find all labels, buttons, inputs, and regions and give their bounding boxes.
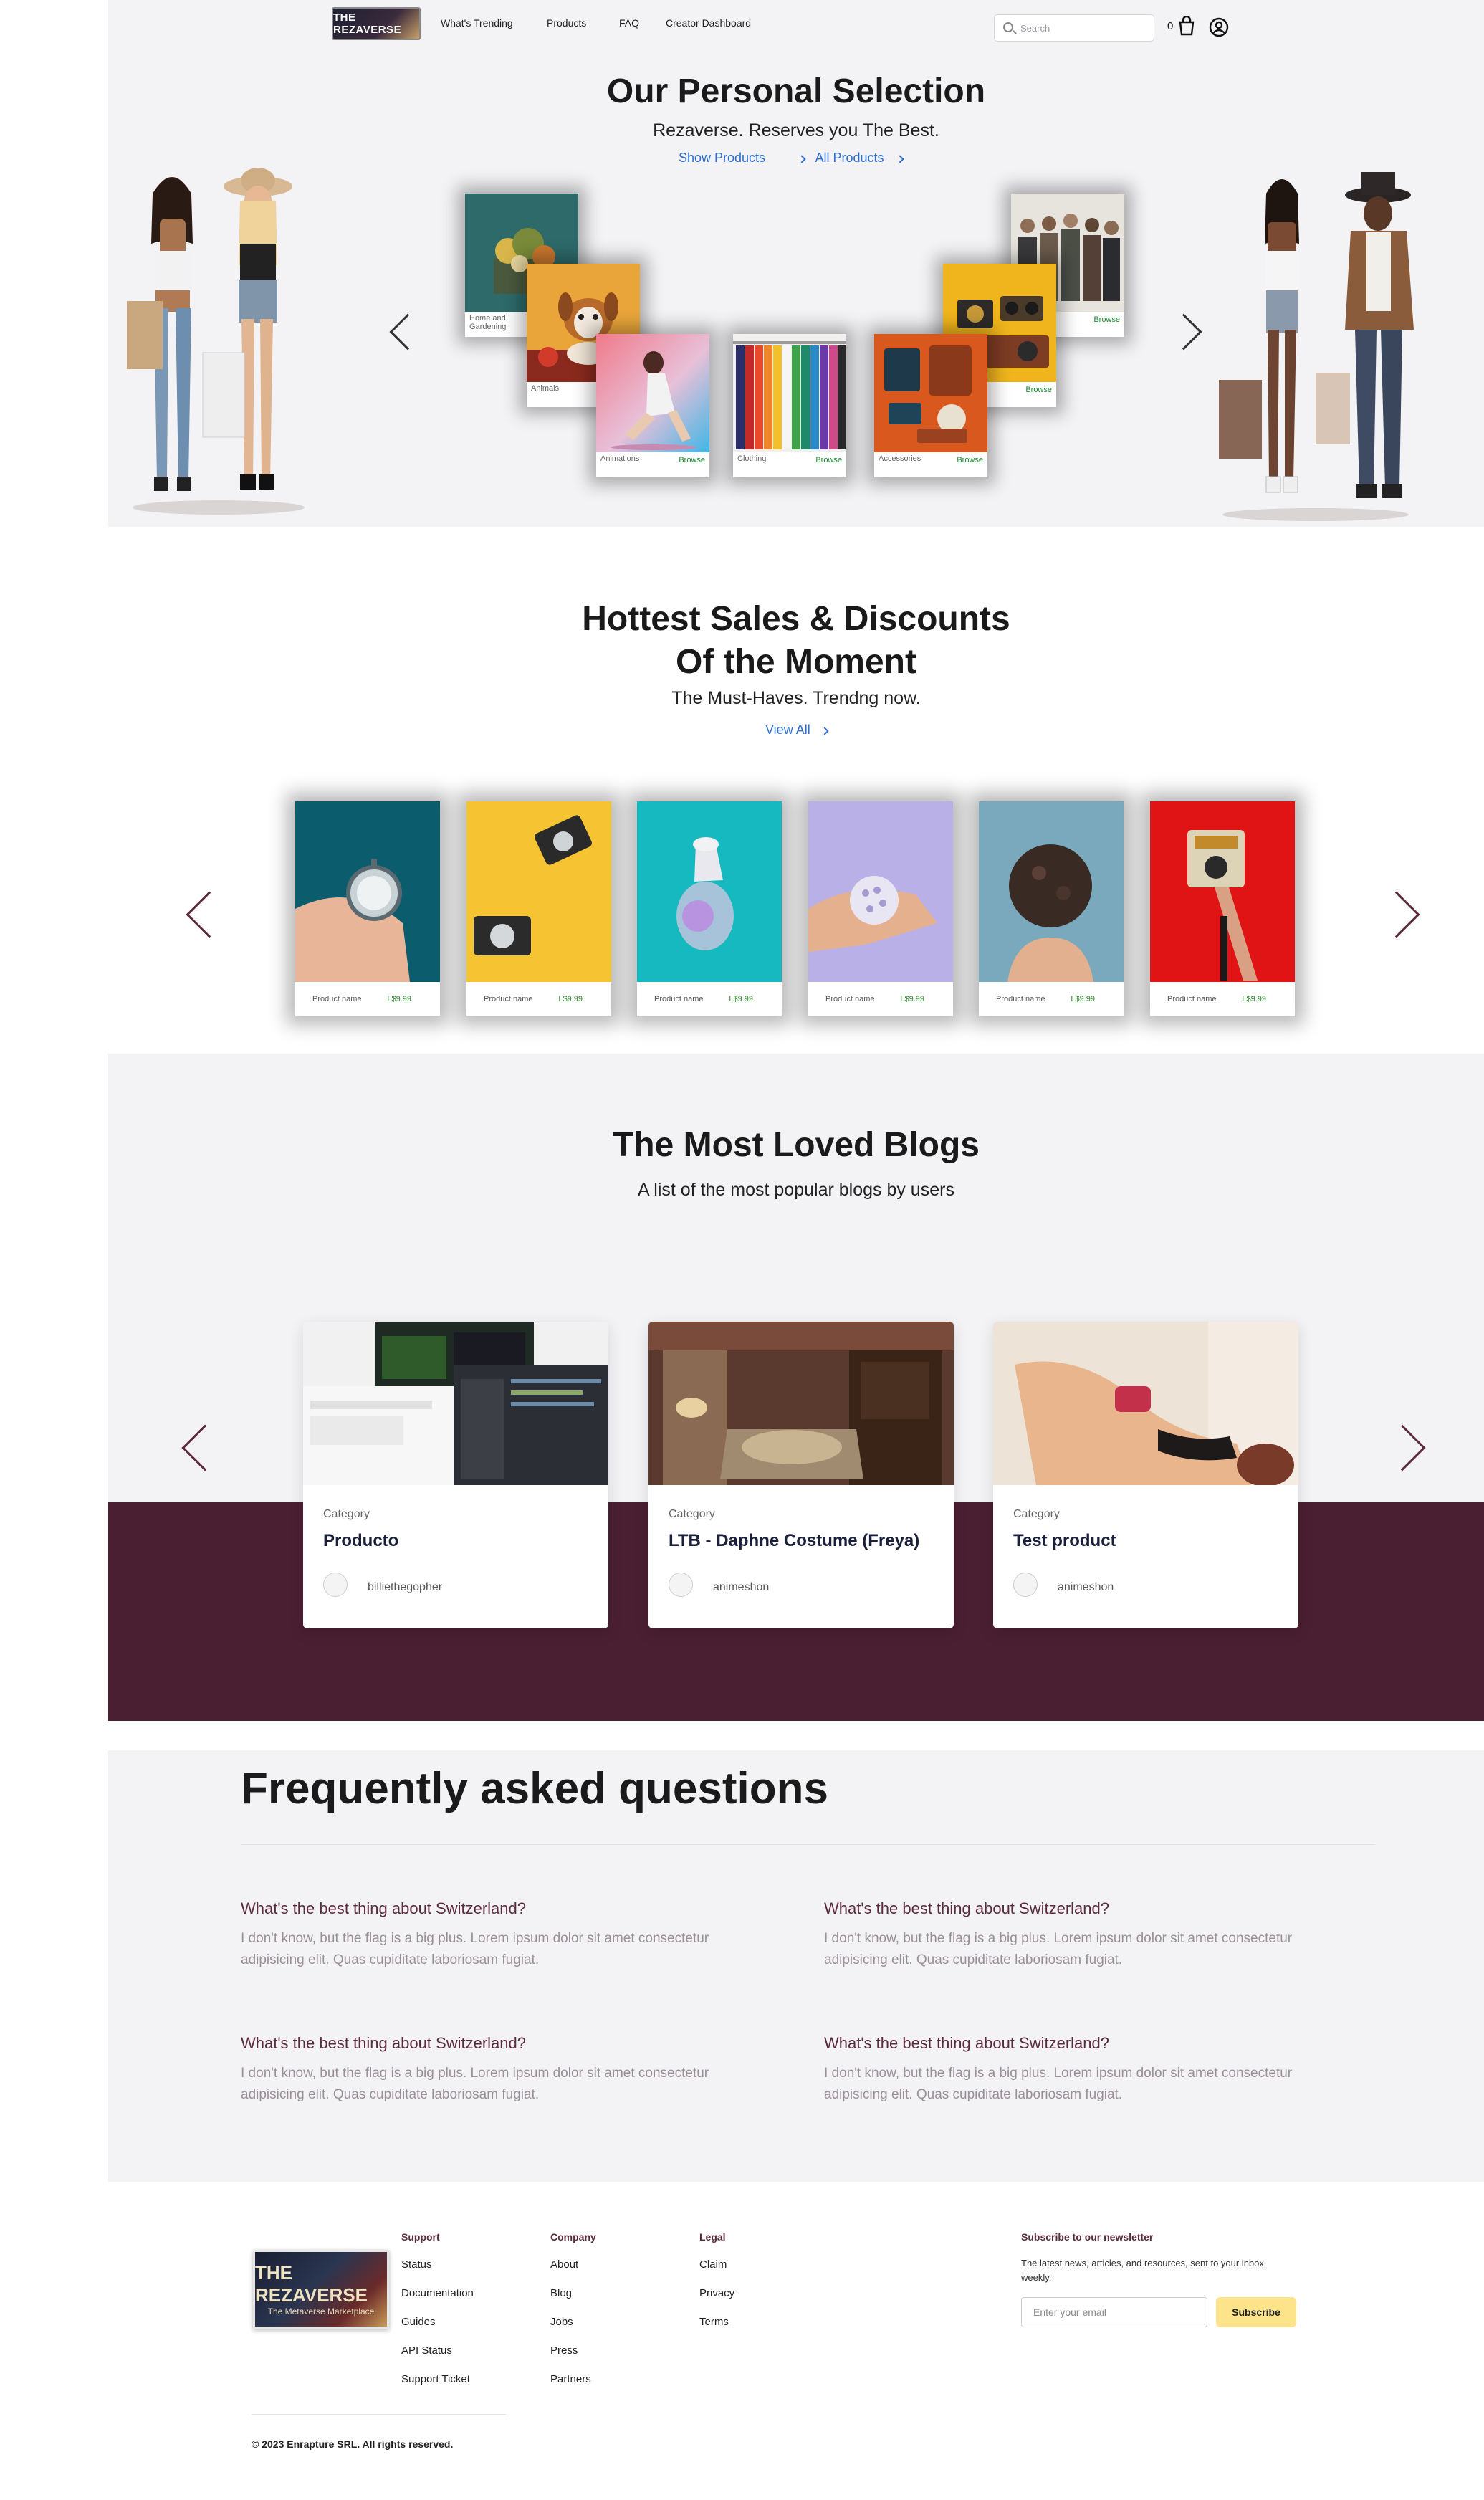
- product-card[interactable]: Product name L$9.99: [295, 801, 440, 1016]
- chevron-right-icon: [896, 155, 904, 163]
- newsletter-heading: Subscribe to our newsletter: [1021, 2231, 1154, 2243]
- blogs-title: The Most Loved Blogs: [612, 1126, 980, 1164]
- blog-card[interactable]: Category Test product animeshon: [993, 1322, 1298, 1628]
- cart-count: 0: [1167, 20, 1174, 32]
- newsletter-text: The latest news, articles, and resources…: [1021, 2258, 1264, 2283]
- nav-whats-trending[interactable]: What's Trending: [441, 17, 513, 29]
- footer-link[interactable]: Documentation: [401, 2287, 474, 2299]
- footer-link[interactable]: API Status: [401, 2344, 452, 2357]
- product-image: [1150, 801, 1295, 982]
- hero-title: Our Personal Selection: [606, 72, 986, 110]
- browse-link[interactable]: Browse: [679, 456, 705, 464]
- category-image: [733, 334, 846, 452]
- user-account-icon[interactable]: [1209, 17, 1229, 37]
- faq-answer: I don't know, but the flag is a big plus…: [241, 2066, 709, 2102]
- blog-image: [993, 1322, 1298, 1485]
- product-card[interactable]: Product name L$9.99: [808, 801, 953, 1016]
- cart-icon[interactable]: [1177, 16, 1196, 36]
- blog-image: [303, 1322, 608, 1485]
- sales-title: Hottest Sales & Discounts Of the Moment: [582, 600, 1010, 681]
- footer-link[interactable]: Jobs: [550, 2316, 573, 2328]
- avatar: [323, 1573, 348, 1597]
- top-nav: THE REZAVERSE What's Trending Products F…: [108, 0, 1484, 57]
- all-products-link[interactable]: All Products: [795, 151, 904, 166]
- avatar: [669, 1573, 693, 1597]
- faq-question: What's the best thing about Switzerland?: [241, 2034, 526, 2052]
- site-logo[interactable]: THE REZAVERSE: [332, 7, 421, 40]
- blogs-subtitle: A list of the most popular blogs by user…: [638, 1180, 954, 1200]
- category-image: [596, 334, 709, 452]
- newsletter-email-input[interactable]: Enter your email: [1021, 2297, 1207, 2327]
- product-image: [295, 801, 440, 982]
- product-image: [637, 801, 782, 982]
- sales-next-arrow[interactable]: [1373, 891, 1420, 938]
- hero-illustration-shoppers-left: [127, 168, 305, 515]
- blog-title[interactable]: LTB - Daphne Costume (Freya): [669, 1531, 919, 1551]
- category-card[interactable]: Accessories Browse: [874, 334, 987, 477]
- page: THE REZAVERSE What's Trending Products F…: [108, 0, 1484, 2500]
- faq-question: What's the best thing about Switzerland?: [824, 1899, 1109, 1917]
- avatar: [1013, 1573, 1038, 1597]
- faq-question: What's the best thing about Switzerland?: [241, 1899, 526, 1917]
- category-card[interactable]: Animations Browse: [596, 334, 709, 477]
- footer-link[interactable]: Privacy: [699, 2287, 734, 2299]
- blog-image: [648, 1322, 954, 1485]
- footer-link[interactable]: Terms: [699, 2316, 729, 2328]
- faq-title: Frequently asked questions: [241, 1764, 828, 1813]
- faq-answer: I don't know, but the flag is a big plus…: [241, 1931, 709, 1967]
- blog-card[interactable]: Category Producto billiethegopher: [303, 1322, 608, 1628]
- sales-subtitle: The Must-Haves. Trendng now.: [671, 688, 921, 708]
- blog-title[interactable]: Test product: [1013, 1531, 1116, 1551]
- chevron-right-icon: [820, 727, 829, 735]
- faq-question: What's the best thing about Switzerland?: [824, 2034, 1109, 2052]
- footer-link[interactable]: Press: [550, 2344, 578, 2357]
- nav-creator-dashboard[interactable]: Creator Dashboard: [666, 17, 751, 29]
- browse-link[interactable]: Browse: [815, 456, 842, 464]
- product-card[interactable]: Product name L$9.99: [466, 801, 611, 1016]
- faq-divider: [241, 1844, 1375, 1845]
- blog-title[interactable]: Producto: [323, 1531, 398, 1551]
- search-input[interactable]: Search: [994, 14, 1154, 42]
- search-icon: [1003, 22, 1013, 32]
- footer-link[interactable]: Guides: [401, 2316, 436, 2328]
- footer-link[interactable]: About: [550, 2258, 578, 2271]
- hero-subtitle: Rezaverse. Reserves you The Best.: [653, 120, 939, 140]
- faq-answer: I don't know, but the flag is a big plus…: [824, 2066, 1293, 2102]
- footer-divider: [252, 2414, 506, 2415]
- hero-illustration-shoppers-right: [1219, 172, 1414, 521]
- sales-prev-arrow[interactable]: [186, 891, 233, 938]
- footer-link[interactable]: Partners: [550, 2373, 591, 2385]
- product-card[interactable]: Product name L$9.99: [1150, 801, 1295, 1016]
- footer-link[interactable]: Support Ticket: [401, 2373, 470, 2385]
- product-image: [808, 801, 953, 982]
- chevron-right-icon: [798, 155, 806, 163]
- faq-answer: I don't know, but the flag is a big plus…: [824, 1931, 1293, 1967]
- product-card[interactable]: Product name L$9.99: [979, 801, 1124, 1016]
- category-card[interactable]: Clothing Browse: [733, 334, 846, 477]
- footer-link[interactable]: Claim: [699, 2258, 727, 2271]
- footer-logo[interactable]: THE REZAVERSE The Metaverse Marketplace: [253, 2250, 389, 2329]
- product-card[interactable]: Product name L$9.99: [637, 801, 782, 1016]
- product-image: [979, 801, 1124, 982]
- show-products-link[interactable]: Show Products: [679, 151, 765, 166]
- category-image: [874, 334, 987, 452]
- subscribe-button[interactable]: Subscribe: [1216, 2297, 1296, 2327]
- browse-link[interactable]: Browse: [1093, 315, 1120, 324]
- footer-link[interactable]: Status: [401, 2258, 432, 2271]
- nav-faq[interactable]: FAQ: [619, 17, 639, 29]
- browse-link[interactable]: Browse: [957, 456, 983, 464]
- nav-products[interactable]: Products: [547, 17, 586, 29]
- blog-card[interactable]: Category LTB - Daphne Costume (Freya) an…: [648, 1322, 954, 1628]
- view-all-link[interactable]: View All: [765, 722, 829, 738]
- browse-link[interactable]: Browse: [1025, 386, 1052, 394]
- footer-link[interactable]: Blog: [550, 2287, 572, 2299]
- product-image: [466, 801, 611, 982]
- copyright: © 2023 Enrapture SRL. All rights reserve…: [252, 2438, 454, 2450]
